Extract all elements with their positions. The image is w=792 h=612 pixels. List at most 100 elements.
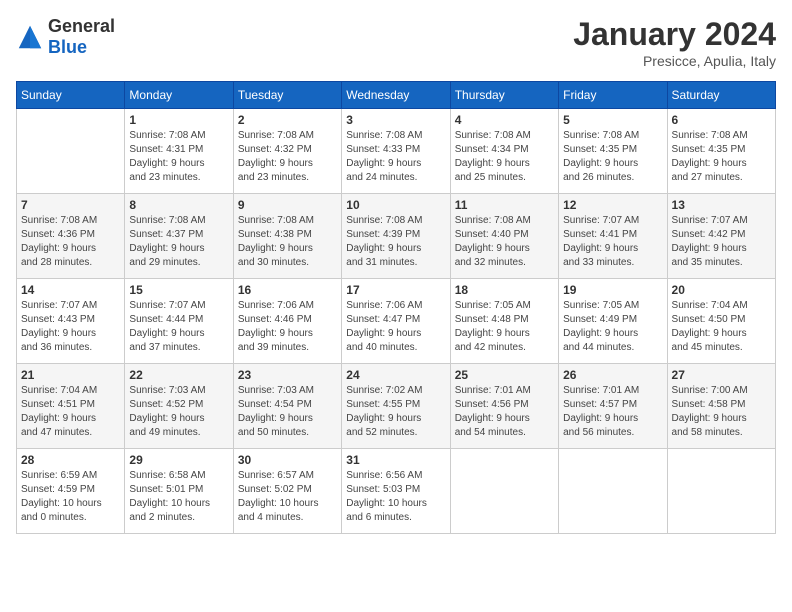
weekday-header-friday: Friday <box>559 82 667 109</box>
day-number: 7 <box>21 198 120 212</box>
weekday-header-sunday: Sunday <box>17 82 125 109</box>
day-info: Sunrise: 7:04 AMSunset: 4:50 PMDaylight:… <box>672 299 771 355</box>
day-info: Sunrise: 7:08 AMSunset: 4:37 PMDaylight:… <box>129 214 228 270</box>
page-header: General Blue January 2024 Presicce, Apul… <box>16 16 776 69</box>
calendar-cell: 16 Sunrise: 7:06 AMSunset: 4:46 PMDayligh… <box>233 279 341 364</box>
day-info: Sunrise: 7:08 AMSunset: 4:35 PMDaylight:… <box>672 129 771 185</box>
day-number: 13 <box>672 198 771 212</box>
day-info: Sunrise: 7:07 AMSunset: 4:41 PMDaylight:… <box>563 214 662 270</box>
day-number: 1 <box>129 113 228 127</box>
day-number: 23 <box>238 368 337 382</box>
weekday-header-wednesday: Wednesday <box>342 82 450 109</box>
weekday-header-row: SundayMondayTuesdayWednesdayThursdayFrid… <box>17 82 776 109</box>
day-info: Sunrise: 7:03 AMSunset: 4:54 PMDaylight:… <box>238 384 337 440</box>
day-number: 31 <box>346 453 445 467</box>
calendar-cell <box>667 449 775 534</box>
weekday-header-thursday: Thursday <box>450 82 558 109</box>
day-info: Sunrise: 7:01 AMSunset: 4:56 PMDaylight:… <box>455 384 554 440</box>
day-number: 12 <box>563 198 662 212</box>
calendar-cell: 13 Sunrise: 7:07 AMSunset: 4:42 PMDayligh… <box>667 194 775 279</box>
weekday-header-tuesday: Tuesday <box>233 82 341 109</box>
month-title: January 2024 <box>573 16 776 53</box>
day-info: Sunrise: 7:08 AMSunset: 4:36 PMDaylight:… <box>21 214 120 270</box>
title-area: January 2024 Presicce, Apulia, Italy <box>573 16 776 69</box>
calendar-cell: 1 Sunrise: 7:08 AMSunset: 4:31 PMDaylight… <box>125 109 233 194</box>
day-info: Sunrise: 7:00 AMSunset: 4:58 PMDaylight:… <box>672 384 771 440</box>
day-number: 25 <box>455 368 554 382</box>
logo: General Blue <box>16 16 115 58</box>
day-info: Sunrise: 6:56 AMSunset: 5:03 PMDaylight:… <box>346 469 445 525</box>
day-info: Sunrise: 7:05 AMSunset: 4:49 PMDaylight:… <box>563 299 662 355</box>
day-info: Sunrise: 7:01 AMSunset: 4:57 PMDaylight:… <box>563 384 662 440</box>
calendar-cell: 4 Sunrise: 7:08 AMSunset: 4:34 PMDaylight… <box>450 109 558 194</box>
calendar-table: SundayMondayTuesdayWednesdayThursdayFrid… <box>16 81 776 534</box>
day-info: Sunrise: 7:06 AMSunset: 4:46 PMDaylight:… <box>238 299 337 355</box>
calendar-cell: 31 Sunrise: 6:56 AMSunset: 5:03 PMDayligh… <box>342 449 450 534</box>
day-info: Sunrise: 7:03 AMSunset: 4:52 PMDaylight:… <box>129 384 228 440</box>
week-row-1: 1 Sunrise: 7:08 AMSunset: 4:31 PMDaylight… <box>17 109 776 194</box>
calendar-cell: 17Sunrise: 7:06 AMSunset: 4:47 PMDayligh… <box>342 279 450 364</box>
calendar-cell: 20Sunrise: 7:04 AMSunset: 4:50 PMDayligh… <box>667 279 775 364</box>
day-info: Sunrise: 7:07 AMSunset: 4:43 PMDaylight:… <box>21 299 120 355</box>
calendar-cell: 22 Sunrise: 7:03 AMSunset: 4:52 PMDayligh… <box>125 364 233 449</box>
logo-icon <box>16 23 44 51</box>
logo-general-text: General <box>48 16 115 36</box>
week-row-3: 14Sunrise: 7:07 AMSunset: 4:43 PMDayligh… <box>17 279 776 364</box>
day-number: 5 <box>563 113 662 127</box>
day-info: Sunrise: 6:57 AMSunset: 5:02 PMDaylight:… <box>238 469 337 525</box>
day-number: 2 <box>238 113 337 127</box>
day-number: 4 <box>455 113 554 127</box>
calendar-cell: 27 Sunrise: 7:00 AMSunset: 4:58 PMDayligh… <box>667 364 775 449</box>
day-number: 26 <box>563 368 662 382</box>
day-info: Sunrise: 7:08 AMSunset: 4:40 PMDaylight:… <box>455 214 554 270</box>
day-info: Sunrise: 7:08 AMSunset: 4:34 PMDaylight:… <box>455 129 554 185</box>
calendar-cell: 7 Sunrise: 7:08 AMSunset: 4:36 PMDaylight… <box>17 194 125 279</box>
calendar-cell: 23 Sunrise: 7:03 AMSunset: 4:54 PMDayligh… <box>233 364 341 449</box>
calendar-cell <box>17 109 125 194</box>
logo-blue-text: Blue <box>48 37 87 57</box>
day-number: 8 <box>129 198 228 212</box>
day-number: 18 <box>455 283 554 297</box>
calendar-cell: 29Sunrise: 6:58 AMSunset: 5:01 PMDayligh… <box>125 449 233 534</box>
calendar-cell: 5 Sunrise: 7:08 AMSunset: 4:35 PMDaylight… <box>559 109 667 194</box>
day-number: 21 <box>21 368 120 382</box>
day-number: 10 <box>346 198 445 212</box>
day-info: Sunrise: 7:08 AMSunset: 4:32 PMDaylight:… <box>238 129 337 185</box>
day-info: Sunrise: 7:04 AMSunset: 4:51 PMDaylight:… <box>21 384 120 440</box>
day-number: 19 <box>563 283 662 297</box>
calendar-cell: 9 Sunrise: 7:08 AMSunset: 4:38 PMDaylight… <box>233 194 341 279</box>
day-number: 24 <box>346 368 445 382</box>
day-number: 22 <box>129 368 228 382</box>
day-number: 16 <box>238 283 337 297</box>
calendar-cell <box>450 449 558 534</box>
day-info: Sunrise: 7:08 AMSunset: 4:38 PMDaylight:… <box>238 214 337 270</box>
day-number: 28 <box>21 453 120 467</box>
calendar-cell: 8 Sunrise: 7:08 AMSunset: 4:37 PMDaylight… <box>125 194 233 279</box>
calendar-cell: 12 Sunrise: 7:07 AMSunset: 4:41 PMDayligh… <box>559 194 667 279</box>
calendar-cell: 19 Sunrise: 7:05 AMSunset: 4:49 PMDayligh… <box>559 279 667 364</box>
weekday-header-monday: Monday <box>125 82 233 109</box>
calendar-cell <box>559 449 667 534</box>
calendar-cell: 25 Sunrise: 7:01 AMSunset: 4:56 PMDayligh… <box>450 364 558 449</box>
day-info: Sunrise: 7:08 AMSunset: 4:31 PMDaylight:… <box>129 129 228 185</box>
weekday-header-saturday: Saturday <box>667 82 775 109</box>
day-info: Sunrise: 7:08 AMSunset: 4:35 PMDaylight:… <box>563 129 662 185</box>
day-info: Sunrise: 7:05 AMSunset: 4:48 PMDaylight:… <box>455 299 554 355</box>
calendar-cell: 24 Sunrise: 7:02 AMSunset: 4:55 PMDayligh… <box>342 364 450 449</box>
day-info: Sunrise: 7:07 AMSunset: 4:42 PMDaylight:… <box>672 214 771 270</box>
day-number: 9 <box>238 198 337 212</box>
week-row-5: 28Sunrise: 6:59 AMSunset: 4:59 PMDayligh… <box>17 449 776 534</box>
calendar-cell: 3Sunrise: 7:08 AMSunset: 4:33 PMDaylight… <box>342 109 450 194</box>
calendar-cell: 21 Sunrise: 7:04 AMSunset: 4:51 PMDayligh… <box>17 364 125 449</box>
day-info: Sunrise: 7:08 AMSunset: 4:39 PMDaylight:… <box>346 214 445 270</box>
day-number: 3 <box>346 113 445 127</box>
day-info: Sunrise: 7:06 AMSunset: 4:47 PMDaylight:… <box>346 299 445 355</box>
day-number: 27 <box>672 368 771 382</box>
day-info: Sunrise: 7:02 AMSunset: 4:55 PMDaylight:… <box>346 384 445 440</box>
calendar-cell: 14Sunrise: 7:07 AMSunset: 4:43 PMDayligh… <box>17 279 125 364</box>
day-number: 6 <box>672 113 771 127</box>
day-number: 11 <box>455 198 554 212</box>
day-number: 15 <box>129 283 228 297</box>
week-row-4: 21 Sunrise: 7:04 AMSunset: 4:51 PMDayligh… <box>17 364 776 449</box>
calendar-cell: 6 Sunrise: 7:08 AMSunset: 4:35 PMDaylight… <box>667 109 775 194</box>
